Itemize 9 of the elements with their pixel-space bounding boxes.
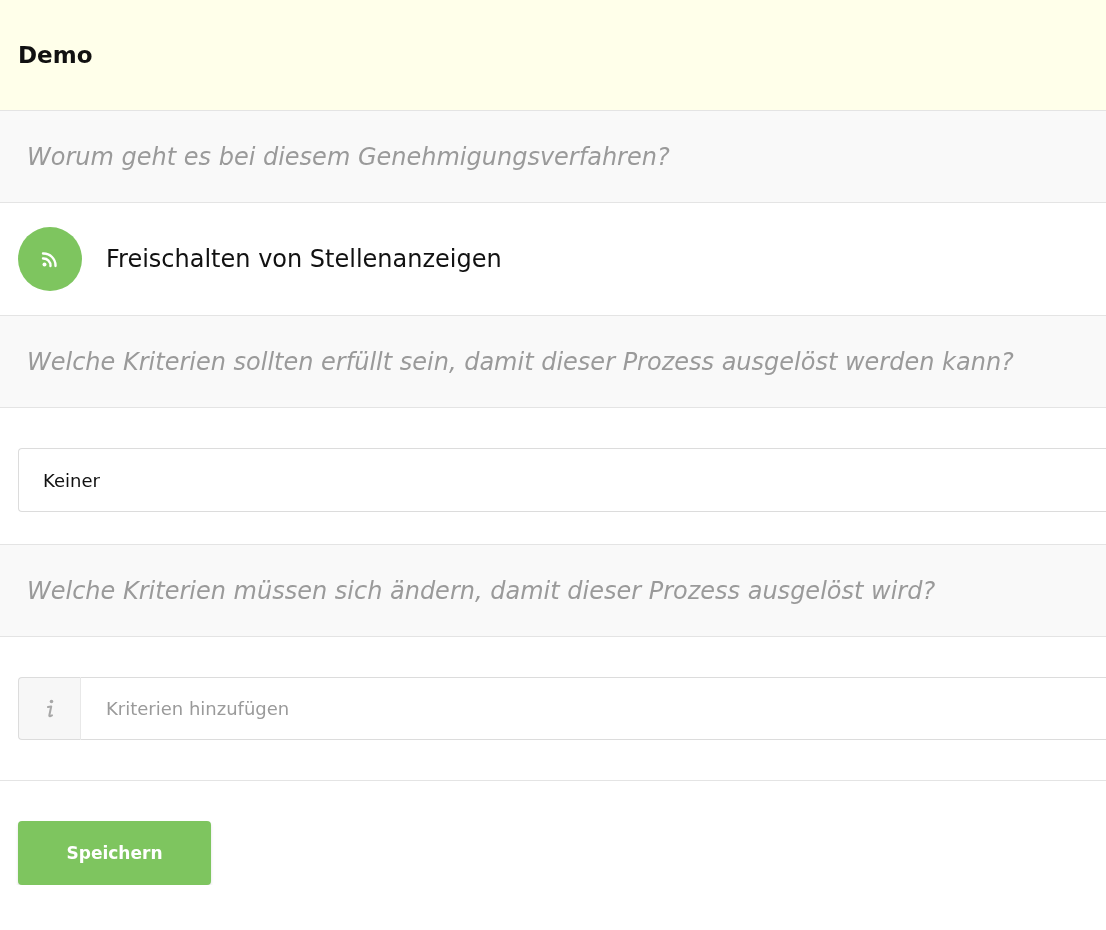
info-icon [18, 677, 81, 740]
rss-feed-icon [18, 227, 82, 291]
process-name: Freischalten von Stellenanzeigen [106, 245, 502, 273]
question-text: Worum geht es bei diesem Genehmigungsverfahren? [27, 142, 670, 171]
question-text: Welche Kriterien sollten erfüllt sein, damit dieser Prozess ausgelöst werden kann? [27, 347, 1014, 376]
question-text: Welche Kriterien müssen sich ändern, damit dieser Prozess ausgelöst wird? [27, 576, 936, 605]
criteria-select-field[interactable]: Keiner [18, 448, 1106, 512]
page-title: Demo [18, 42, 93, 68]
criteria-input-field[interactable]: Kriterien hinzufügen [81, 677, 1106, 740]
